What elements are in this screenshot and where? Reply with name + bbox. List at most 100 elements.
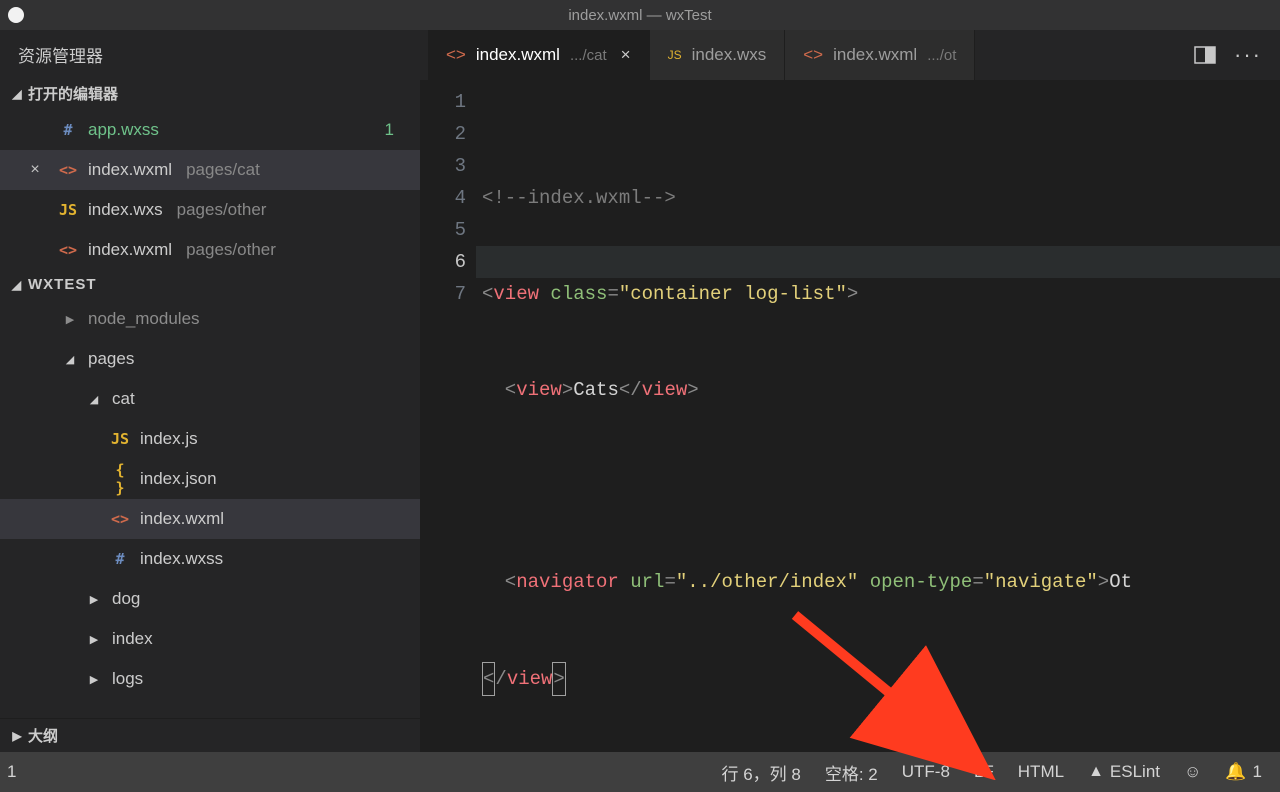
chevron-down-icon: ◢	[60, 353, 80, 366]
tab-hint: .../cat	[570, 47, 607, 64]
bracket-match-right: >	[552, 662, 565, 696]
status-encoding[interactable]: UTF-8	[902, 762, 950, 782]
file-badge: 1	[385, 120, 394, 140]
bracket-match-left: <	[482, 662, 495, 696]
chevron-down-icon: ◢	[6, 278, 28, 292]
tab-label: index.wxml	[476, 45, 560, 65]
tree-folder[interactable]: ▶ index	[0, 619, 420, 659]
line-number: 6	[420, 246, 466, 278]
open-editor-item[interactable]: × <> index.wxml pages/cat	[0, 150, 420, 190]
chevron-right-icon: ▶	[6, 729, 28, 743]
open-editors-label: 打开的编辑器	[28, 83, 118, 104]
tab-label: index.wxml	[833, 45, 917, 65]
tree-item-label: index.js	[140, 429, 198, 449]
code-content[interactable]: <!--index.wxml--> <view class="container…	[482, 86, 1280, 752]
tree-folder[interactable]: ◢ pages	[0, 339, 420, 379]
status-bar: 1 行 6，列 8 空格: 2 UTF-8 LF HTML ▲ESLint ☺ …	[0, 752, 1280, 792]
file-path-hint: pages/cat	[186, 160, 260, 180]
tree-folder[interactable]: ▶ node_modules	[0, 299, 420, 339]
open-editor-item[interactable]: #app.wxss1	[0, 110, 420, 150]
editor-tab[interactable]: JS index.wxs	[650, 30, 786, 80]
file-name: index.wxml	[88, 160, 172, 180]
line-number: 4	[420, 182, 466, 214]
chevron-right-icon: ▶	[84, 593, 104, 606]
status-eslint[interactable]: ▲ESLint	[1088, 762, 1160, 782]
outline-header[interactable]: ▶ 大纲	[0, 718, 420, 752]
traffic-light-close-icon[interactable]	[8, 7, 24, 23]
close-tab-icon[interactable]: ×	[621, 45, 631, 65]
chevron-down-icon: ◢	[6, 87, 28, 101]
tree-item-label: cat	[112, 389, 135, 409]
tree-item-label: pages	[88, 349, 134, 369]
explorer-title: 资源管理器	[0, 30, 420, 77]
line-number: 5	[420, 214, 466, 246]
code-editor[interactable]: 1234567 <!--index.wxml--> <view class="c…	[420, 80, 1280, 752]
file-icon: <>	[803, 45, 823, 65]
code-line-1: <!--index.wxml-->	[482, 187, 676, 209]
more-actions-icon[interactable]: ···	[1234, 42, 1262, 68]
tab-label: index.wxs	[692, 45, 767, 65]
tree-item-label: dog	[112, 589, 140, 609]
status-indent[interactable]: 空格: 2	[825, 760, 878, 785]
chevron-right-icon: ▶	[60, 313, 80, 326]
chevron-right-icon: ▶	[84, 673, 104, 686]
line-gutter: 1234567	[420, 86, 482, 752]
file-icon: <>	[446, 45, 466, 65]
split-editor-icon[interactable]	[1194, 46, 1216, 64]
chevron-down-icon: ◢	[84, 393, 104, 406]
tree-file[interactable]: <> index.wxml	[0, 499, 420, 539]
status-language[interactable]: HTML	[1018, 762, 1064, 782]
file-icon: JS	[668, 48, 682, 62]
outline-label: 大纲	[28, 725, 58, 746]
tree-item-label: node_modules	[88, 309, 200, 329]
file-icon: { }	[108, 461, 132, 497]
file-icon: <>	[56, 241, 80, 259]
open-editor-item[interactable]: <> index.wxml pages/other	[0, 230, 420, 270]
tree-folder[interactable]: ◢ cat	[0, 379, 420, 419]
file-icon: <>	[56, 161, 80, 179]
tree-folder[interactable]: ▶ dog	[0, 579, 420, 619]
line-number: 2	[420, 118, 466, 150]
bell-icon: 🔔	[1225, 762, 1246, 782]
line-number: 3	[420, 150, 466, 182]
tree-item-label: index.wxss	[140, 549, 223, 569]
tree-item-label: index.json	[140, 469, 217, 489]
status-left-badge[interactable]: 1	[6, 762, 17, 781]
file-path-hint: pages/other	[186, 240, 276, 260]
tree-file[interactable]: JS index.js	[0, 419, 420, 459]
tree-item-label: logs	[112, 669, 143, 689]
file-name: app.wxss	[88, 120, 159, 140]
editor-tab[interactable]: <> index.wxml .../ot	[785, 30, 975, 80]
active-line-highlight	[476, 246, 1280, 278]
editor-tab[interactable]: <> index.wxml .../cat ×	[428, 30, 650, 80]
editor-area: <>index.wxml.../cat×JSindex.wxs<>index.w…	[420, 30, 1280, 752]
file-icon: JS	[108, 430, 132, 448]
status-eol[interactable]: LF	[974, 762, 994, 782]
warning-icon: ▲	[1088, 763, 1104, 781]
project-label: WXTEST	[28, 276, 97, 293]
line-number: 7	[420, 278, 466, 310]
file-name: index.wxs	[88, 200, 163, 220]
status-cursor-pos[interactable]: 行 6，列 8	[722, 760, 801, 785]
tree-file[interactable]: # index.wxss	[0, 539, 420, 579]
tab-hint: .../ot	[927, 47, 956, 64]
open-editor-item[interactable]: JS index.wxs pages/other	[0, 190, 420, 230]
status-feedback-icon[interactable]: ☺	[1184, 762, 1201, 782]
file-name: index.wxml	[88, 240, 172, 260]
tree-item-label: index	[112, 629, 153, 649]
file-icon: JS	[56, 201, 80, 219]
status-notifications[interactable]: 🔔1	[1225, 762, 1262, 782]
open-editors-header[interactable]: ◢ 打开的编辑器	[0, 77, 420, 110]
tree-file[interactable]: { } index.json	[0, 459, 420, 499]
explorer-sidebar: 资源管理器 ◢ 打开的编辑器 #app.wxss1×<>index.wxmlpa…	[0, 30, 420, 752]
tab-bar: <> index.wxml .../cat × JS index.wxs <> index.w…	[420, 30, 1280, 80]
close-editor-icon[interactable]: ×	[22, 161, 48, 179]
file-path-hint: pages/other	[177, 200, 267, 220]
tree-item-label: index.wxml	[140, 509, 224, 529]
window-titlebar: index.wxml — wxTest	[0, 0, 1280, 30]
file-icon: #	[108, 550, 132, 568]
tree-folder[interactable]: ▶ logs	[0, 659, 420, 699]
project-header[interactable]: ◢ WXTEST	[0, 270, 420, 299]
file-icon: <>	[108, 510, 132, 528]
chevron-right-icon: ▶	[84, 633, 104, 646]
